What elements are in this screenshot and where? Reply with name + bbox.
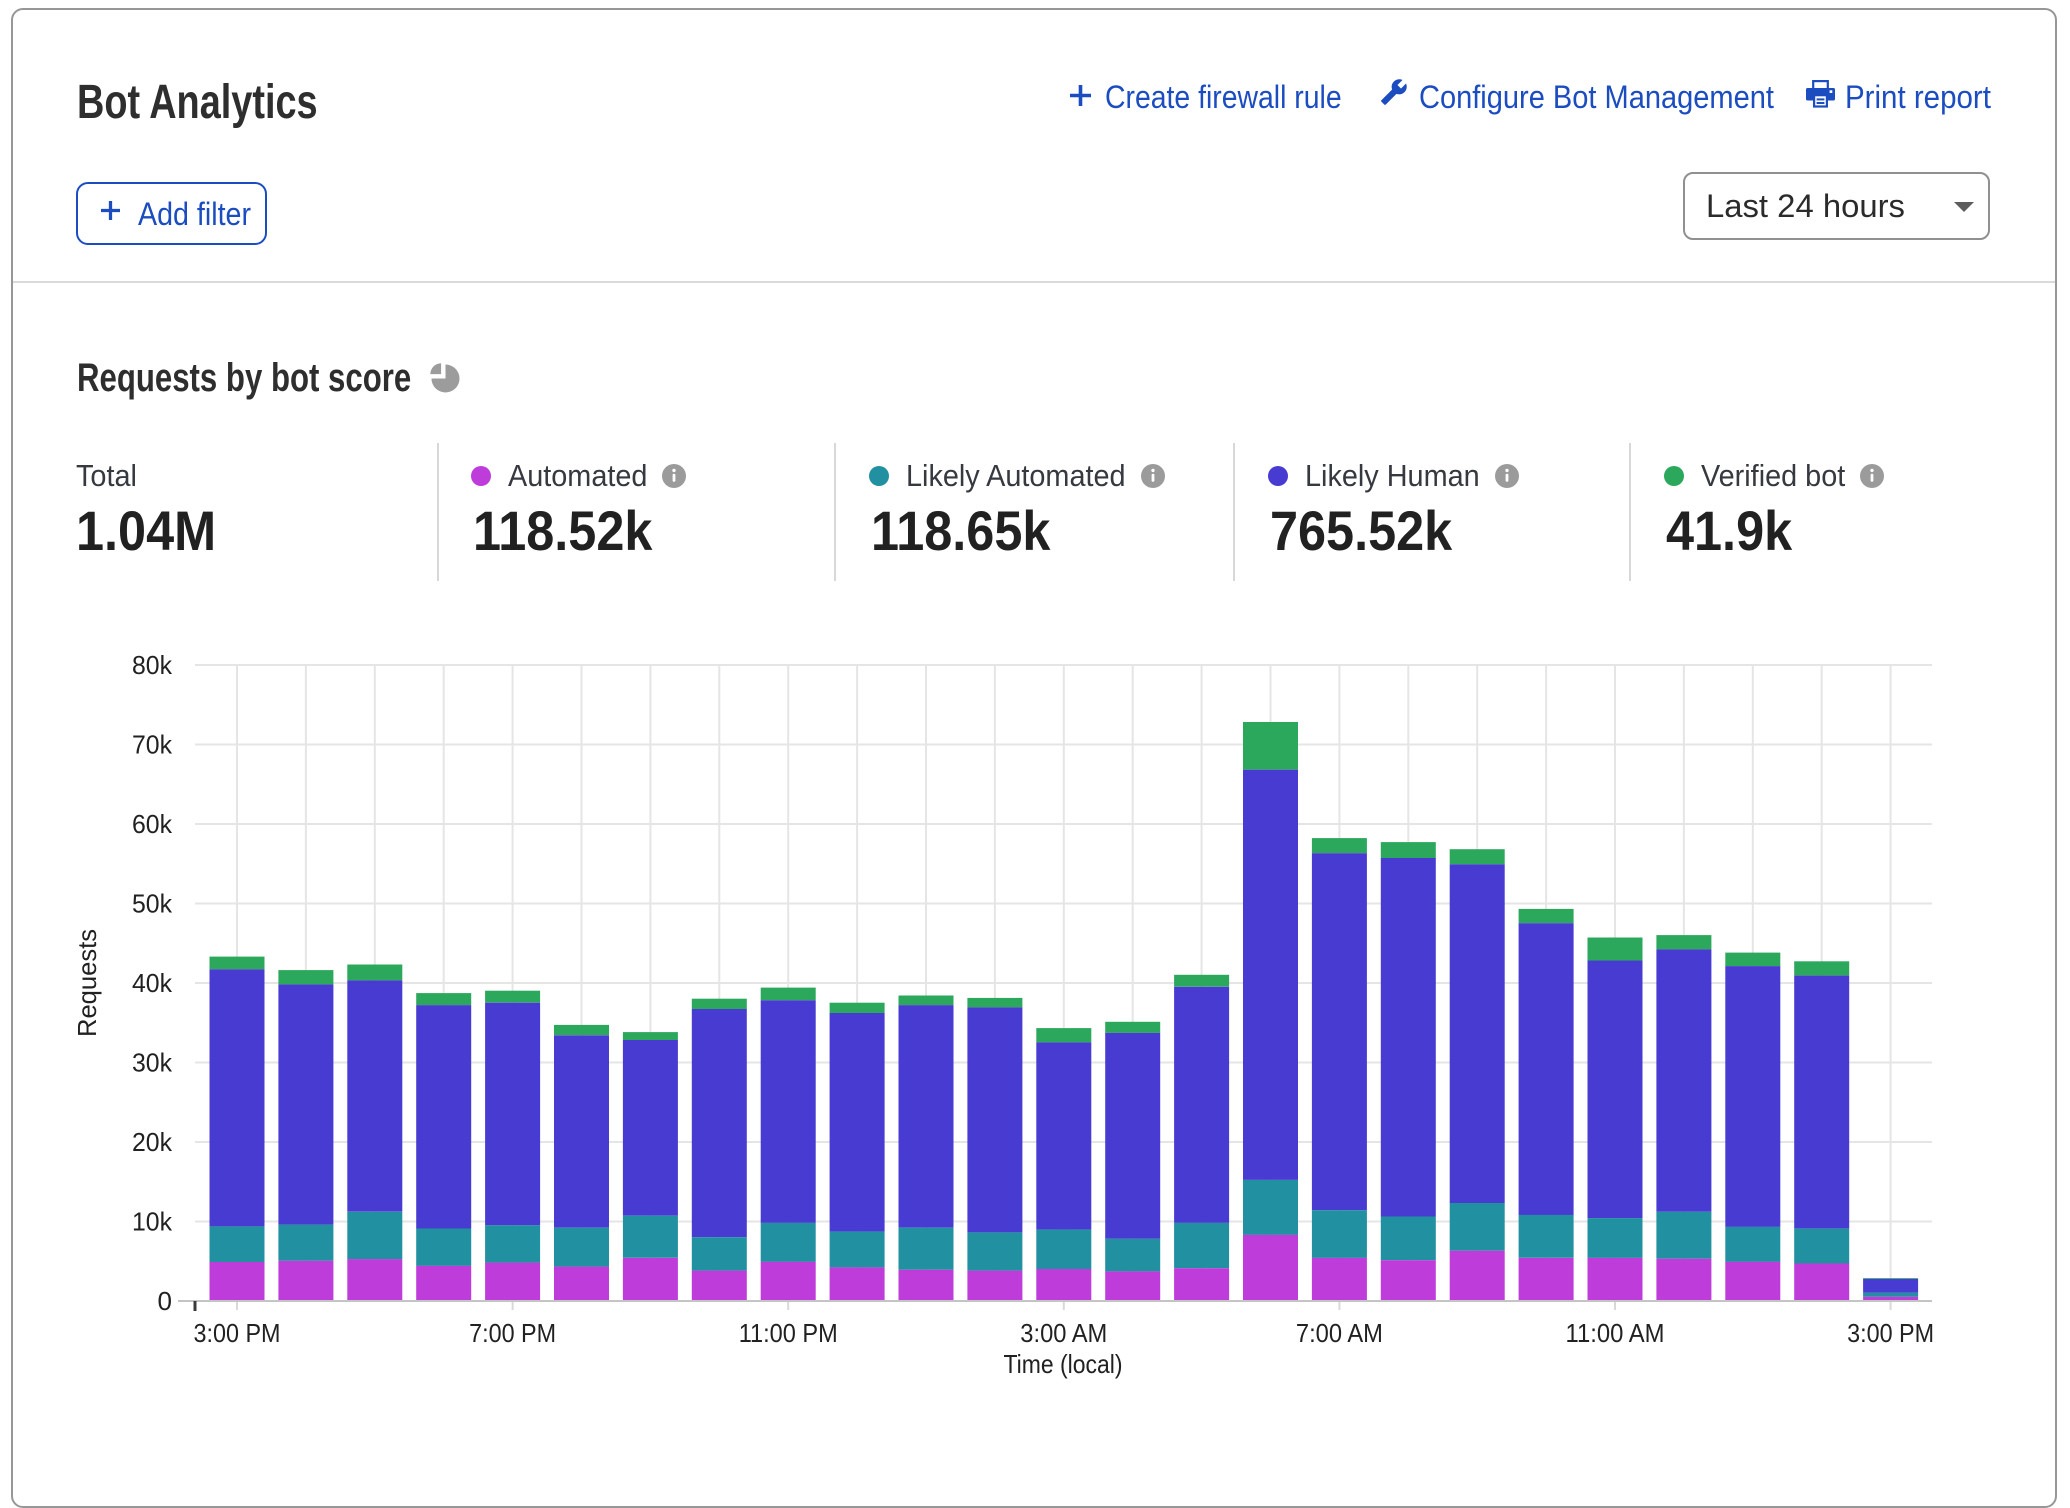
svg-text:10k: 10k <box>132 1207 173 1237</box>
svg-text:Time (local): Time (local) <box>1004 1349 1123 1379</box>
svg-text:50k: 50k <box>132 889 173 919</box>
svg-text:3:00 PM: 3:00 PM <box>194 1318 281 1348</box>
svg-text:7:00 PM: 7:00 PM <box>469 1318 556 1348</box>
svg-text:11:00 AM: 11:00 AM <box>1566 1318 1665 1348</box>
svg-text:30k: 30k <box>132 1048 173 1078</box>
svg-text:70k: 70k <box>132 730 173 760</box>
svg-text:0: 0 <box>158 1286 172 1316</box>
svg-text:3:00 PM: 3:00 PM <box>1847 1318 1934 1348</box>
svg-text:3:00 AM: 3:00 AM <box>1020 1318 1107 1348</box>
svg-text:60k: 60k <box>132 809 173 839</box>
svg-text:80k: 80k <box>132 650 173 680</box>
svg-text:40k: 40k <box>132 968 173 998</box>
svg-text:20k: 20k <box>132 1127 173 1157</box>
svg-text:Requests: Requests <box>72 929 102 1037</box>
svg-text:11:00 PM: 11:00 PM <box>739 1318 838 1348</box>
svg-text:7:00 AM: 7:00 AM <box>1296 1318 1383 1348</box>
